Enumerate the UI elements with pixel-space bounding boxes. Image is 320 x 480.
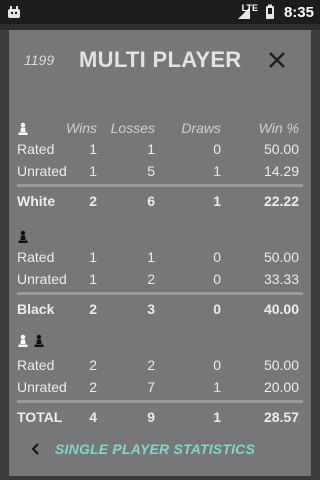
total-row-overall: TOTAL 4 9 1 28.57: [17, 406, 303, 428]
total-row-black: Black 2 3 0 40.00: [17, 298, 303, 320]
col-header-wins: Wins: [66, 120, 97, 136]
draws-value: 0: [213, 271, 221, 287]
losses-value: 6: [147, 193, 155, 209]
win-pct-value: 33.33: [263, 271, 299, 287]
wins-value: 1: [89, 271, 97, 287]
win-pct-value: 20.00: [263, 379, 299, 395]
battery-icon: [265, 4, 274, 19]
draws-value: 0: [213, 249, 221, 265]
close-icon[interactable]: [265, 48, 289, 72]
table-row: Rated 1 1 0 50.00: [17, 138, 303, 160]
wins-value: 1: [89, 163, 97, 179]
wins-value: 2: [89, 301, 97, 317]
wins-value: 4: [89, 409, 97, 425]
table-row: Unrated 1 2 0 33.33: [17, 268, 303, 290]
losses-value: 1: [147, 249, 155, 265]
draws-value: 1: [213, 379, 221, 395]
losses-value: 7: [147, 379, 155, 395]
losses-value: 5: [147, 163, 155, 179]
losses-value: 9: [147, 409, 155, 425]
col-header-win-pct: Win %: [258, 120, 299, 136]
stats-dialog: 1199 MULTI PLAYER Wins Losses Draws Win …: [9, 30, 311, 476]
section-header-both: [17, 334, 303, 354]
row-label: Unrated: [17, 271, 67, 287]
draws-value: 0: [213, 357, 221, 373]
white-pawn-icon: [18, 334, 28, 347]
total-row-white: White 2 6 1 22.22: [17, 190, 303, 212]
section-header-black: [17, 226, 303, 246]
losses-value: 2: [147, 271, 155, 287]
black-pawn-icon: [34, 334, 44, 347]
row-label: Unrated: [17, 163, 67, 179]
section-divider: [17, 184, 303, 187]
dialog-header: 1199 MULTI PLAYER: [9, 30, 311, 92]
table-row: Rated 2 2 0 50.00: [17, 354, 303, 376]
win-pct-value: 40.00: [263, 301, 299, 317]
draws-value: 1: [213, 409, 221, 425]
wins-value: 1: [89, 249, 97, 265]
wins-value: 1: [89, 141, 97, 157]
win-pct-value: 28.57: [263, 409, 299, 425]
stats-table: Wins Losses Draws Win % Rated 1 1 0 50.0…: [17, 118, 303, 428]
status-time: 8:35: [283, 3, 314, 21]
col-header-draws: Draws: [181, 120, 221, 136]
col-header-losses: Losses: [110, 120, 155, 136]
player-rating: 1199: [24, 52, 55, 68]
total-label: Black: [17, 301, 55, 317]
losses-value: 3: [147, 301, 155, 317]
draws-value: 0: [213, 301, 221, 317]
wins-value: 2: [89, 379, 97, 395]
network-label: LTE: [241, 3, 258, 13]
android-app-icon: [8, 6, 20, 18]
row-label: Rated: [17, 249, 55, 265]
chevron-left-icon: [31, 443, 39, 455]
table-row: Rated 1 1 0 50.00: [17, 246, 303, 268]
wins-value: 2: [89, 193, 97, 209]
section-divider: [17, 400, 303, 403]
draws-value: 1: [213, 193, 221, 209]
wins-value: 2: [89, 357, 97, 373]
win-pct-value: 50.00: [263, 357, 299, 373]
status-bar: LTE 8:35: [0, 0, 320, 24]
row-label: Rated: [17, 141, 55, 157]
total-label: TOTAL: [17, 409, 63, 425]
row-label: Unrated: [17, 379, 67, 395]
section-header-white: Wins Losses Draws Win %: [17, 118, 303, 138]
table-row: Unrated 1 5 1 14.29: [17, 160, 303, 182]
total-label: White: [17, 193, 56, 209]
win-pct-value: 50.00: [263, 141, 299, 157]
losses-value: 1: [147, 141, 155, 157]
dialog-title: MULTI PLAYER: [79, 47, 242, 72]
row-label: Rated: [17, 357, 55, 373]
win-pct-value: 50.00: [263, 249, 299, 265]
win-pct-value: 14.29: [263, 163, 299, 179]
single-player-stats-button[interactable]: SINGLE PLAYER STATISTICS: [29, 434, 255, 464]
losses-value: 2: [147, 357, 155, 373]
section-divider: [17, 292, 303, 295]
black-pawn-icon: [18, 231, 28, 244]
single-player-stats-label: SINGLE PLAYER STATISTICS: [55, 441, 256, 457]
white-pawn-icon: [18, 123, 28, 136]
draws-value: 0: [213, 141, 221, 157]
draws-value: 1: [213, 163, 221, 179]
table-row: Unrated 2 7 1 20.00: [17, 376, 303, 398]
win-pct-value: 22.22: [263, 193, 299, 209]
